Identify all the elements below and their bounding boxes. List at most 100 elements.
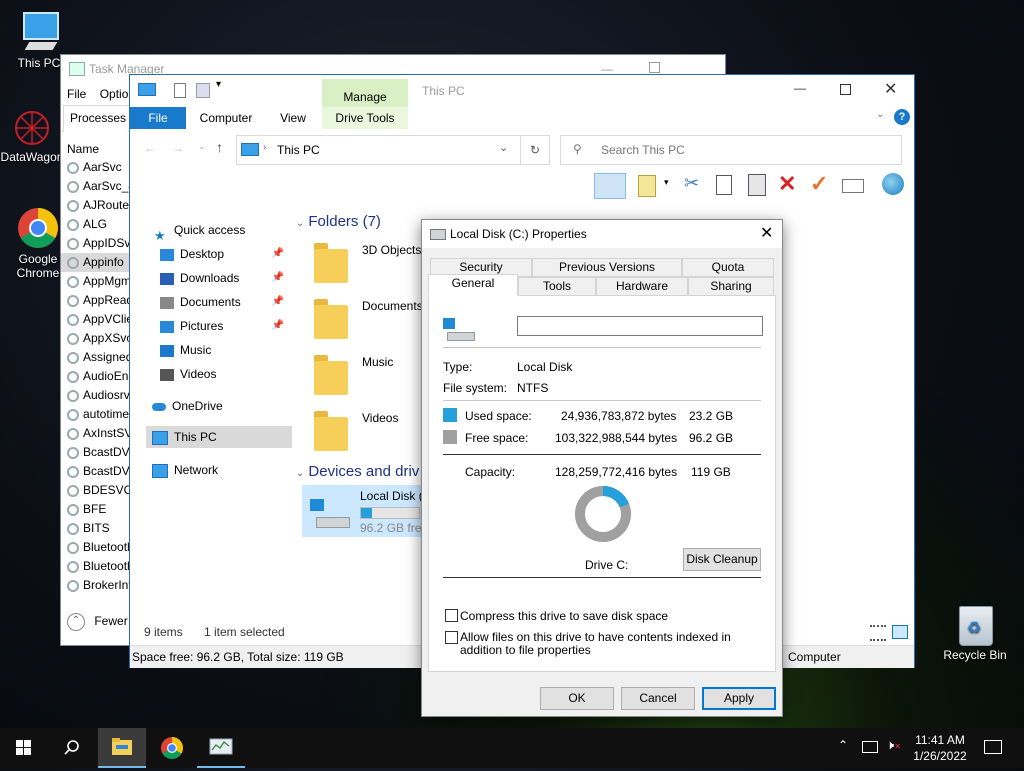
taskbar-task-manager[interactable]: [197, 728, 245, 768]
menu-options[interactable]: Optio: [100, 87, 129, 101]
folders-header[interactable]: ⌄ Folders (7): [296, 213, 381, 230]
notifications-icon[interactable]: [984, 740, 1002, 754]
process-row[interactable]: AarSvc_4: [61, 177, 129, 196]
preview-pane-icon[interactable]: [594, 173, 626, 199]
process-row[interactable]: Assigned: [61, 348, 129, 367]
folder-item[interactable]: Documents: [314, 295, 424, 343]
process-row[interactable]: autotime: [61, 405, 129, 424]
nav-item-downloads[interactable]: Downloads 📌: [160, 267, 290, 289]
pin-icon[interactable]: 📌: [272, 291, 284, 313]
devices-header[interactable]: ⌄Devices and drives (1): [296, 463, 420, 480]
up-arrow-icon[interactable]: ↑: [216, 139, 223, 155]
tab-general[interactable]: General: [428, 274, 518, 296]
tab-drive-tools[interactable]: Drive Tools: [326, 107, 404, 129]
process-row[interactable]: AJRouter: [61, 196, 129, 215]
tab-view[interactable]: View: [270, 107, 316, 129]
taskbar-file-explorer[interactable]: [98, 728, 146, 768]
process-row[interactable]: AarSvc: [61, 158, 129, 177]
dialog-titlebar[interactable]: Local Disk (C:) Properties ✕: [422, 220, 782, 248]
process-row[interactable]: BrokerInf: [61, 576, 129, 595]
chevron-down-icon[interactable]: ⌄: [876, 109, 884, 120]
tab-hardware[interactable]: Hardware: [596, 277, 688, 296]
address-bar[interactable]: › This PC ⌄: [236, 135, 550, 165]
search-input[interactable]: ⚲ Search This PC: [560, 135, 902, 165]
process-row[interactable]: Bluetooth: [61, 557, 129, 576]
search-button[interactable]: [48, 728, 96, 768]
process-row[interactable]: AxInstSV: [61, 424, 129, 443]
process-row[interactable]: AppXSvc: [61, 329, 129, 348]
manage-contextual-tab[interactable]: Manage: [322, 79, 408, 107]
volume-label-input[interactable]: [517, 316, 763, 336]
process-row[interactable]: Audiosrv: [61, 386, 129, 405]
paste-icon[interactable]: [748, 174, 766, 196]
process-row[interactable]: AppIDSvc: [61, 234, 129, 253]
nav-item-desktop[interactable]: Desktop 📌: [160, 243, 290, 265]
dropdown-icon[interactable]: ▾: [664, 177, 669, 188]
clock[interactable]: 11:41 AM 1/26/2022: [908, 732, 972, 764]
apply-button[interactable]: Apply: [702, 687, 776, 710]
process-row[interactable]: AppRead: [61, 291, 129, 310]
tab-processes[interactable]: Processes: [63, 105, 134, 132]
properties-dialog[interactable]: Local Disk (C:) Properties ✕ Security Pr…: [421, 219, 783, 717]
cancel-button[interactable]: Cancel: [621, 687, 695, 710]
process-row[interactable]: BDESVC: [61, 481, 129, 500]
forward-arrow-icon[interactable]: →: [172, 141, 184, 155]
process-row[interactable]: BITS: [61, 519, 129, 538]
nav-quick-access[interactable]: ★ Quick access: [154, 219, 304, 243]
disk-cleanup-button[interactable]: Disk Cleanup: [683, 548, 761, 571]
index-checkbox[interactable]: [445, 631, 458, 644]
maximize-icon[interactable]: [840, 84, 851, 95]
process-row[interactable]: AudioEnd: [61, 367, 129, 386]
start-button[interactable]: [0, 728, 48, 768]
checkmark-icon[interactable]: ✓: [810, 171, 828, 197]
nav-item-pictures[interactable]: Pictures 📌: [160, 315, 290, 337]
nav-this-pc[interactable]: This PC: [146, 426, 292, 448]
properties-quick-icon[interactable]: [174, 83, 186, 98]
recent-dropdown-icon[interactable]: ⌄: [198, 141, 206, 152]
copy-icon[interactable]: [716, 175, 732, 195]
volume-muted-icon[interactable]: 🕨✕: [886, 737, 901, 753]
folder-item[interactable]: Music: [314, 351, 424, 399]
menu-file[interactable]: File: [67, 87, 86, 101]
back-arrow-icon[interactable]: ←: [144, 141, 156, 155]
desktop-icon-datawagon[interactable]: DataWagon: [0, 108, 67, 164]
process-row[interactable]: BFE: [61, 500, 129, 519]
customize-dropdown-icon[interactable]: ▾: [216, 79, 221, 90]
process-row[interactable]: AppVClie: [61, 310, 129, 329]
fewer-details-button[interactable]: ⌃ Fewer: [67, 611, 128, 631]
help-icon[interactable]: ?: [894, 109, 910, 125]
compress-checkbox[interactable]: [445, 609, 458, 622]
nav-item-documents[interactable]: Documents 📌: [160, 291, 290, 313]
desktop-icon-recycle-bin[interactable]: ♻ Recycle Bin: [940, 602, 1010, 662]
delete-icon[interactable]: ✕: [778, 171, 796, 197]
close-icon[interactable]: ✕: [760, 223, 773, 243]
tab-sharing[interactable]: Sharing: [688, 277, 774, 296]
nav-item-videos[interactable]: Videos: [160, 363, 290, 385]
properties-icon[interactable]: [638, 175, 656, 197]
pin-icon[interactable]: 📌: [272, 243, 284, 265]
pin-icon[interactable]: 📌: [272, 315, 284, 337]
minimize-icon[interactable]: —: [794, 81, 806, 95]
folder-item[interactable]: Videos: [314, 407, 424, 455]
tab-file[interactable]: File: [130, 107, 186, 129]
address-dropdown-icon[interactable]: ⌄: [499, 141, 508, 154]
network-tray-icon[interactable]: [862, 741, 878, 753]
folder-item[interactable]: 3D Objects: [314, 239, 424, 287]
taskbar-chrome[interactable]: [148, 728, 196, 768]
process-row[interactable]: ALG: [61, 215, 129, 234]
large-icons-view-icon[interactable]: [892, 625, 908, 639]
tab-quota[interactable]: Quota: [682, 258, 774, 277]
process-row[interactable]: AppMgm: [61, 272, 129, 291]
tab-tools[interactable]: Tools: [518, 277, 596, 296]
maximize-icon[interactable]: [649, 62, 660, 73]
close-icon[interactable]: ✕: [884, 79, 897, 99]
nav-item-music[interactable]: Music: [160, 339, 290, 361]
nav-network[interactable]: Network: [152, 459, 302, 481]
nav-onedrive[interactable]: OneDrive: [152, 395, 302, 417]
internet-icon[interactable]: [882, 173, 904, 195]
process-row[interactable]: BcastDVR: [61, 443, 129, 462]
refresh-button[interactable]: ↻: [520, 135, 550, 165]
process-row[interactable]: Bluetooth: [61, 538, 129, 557]
cut-icon[interactable]: ✂: [684, 173, 699, 194]
explorer-titlebar[interactable]: ▾ This PC — ✕: [130, 75, 914, 107]
